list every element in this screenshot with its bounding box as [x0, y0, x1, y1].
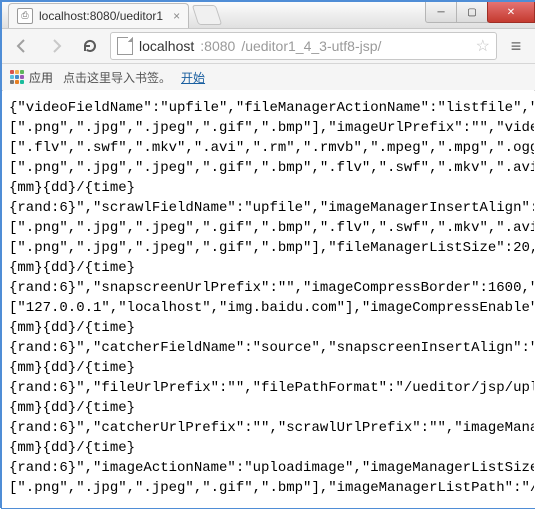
toolbar: localhost:8080/ueditor1_4_3-utf8-jsp/ ☆ …: [2, 29, 535, 64]
tab-title: localhost:8080/ueditor1: [39, 9, 163, 23]
menu-icon: ≡: [511, 36, 522, 57]
url-path: /ueditor1_4_3-utf8-jsp/: [241, 38, 381, 54]
maximize-icon: ▢: [467, 7, 476, 18]
new-tab-button[interactable]: [192, 5, 222, 25]
browser-tab[interactable]: ⎙ localhost:8080/ueditor1 ×: [8, 3, 189, 28]
address-bar[interactable]: localhost :8080/ueditor1_4_3-utf8-jsp/ ☆: [110, 32, 497, 60]
bookmark-hint-link[interactable]: 开始: [181, 69, 205, 86]
window-close-button[interactable]: ✕: [487, 2, 535, 23]
reload-button[interactable]: [76, 33, 104, 59]
page-viewport: {"videoFieldName":"upfile","fileManagerA…: [3, 90, 534, 507]
window-titlebar: ⎙ localhost:8080/ueditor1 × ─ ▢ ✕: [2, 2, 535, 29]
chrome-menu-button[interactable]: ≡: [503, 33, 529, 59]
back-button[interactable]: [8, 33, 36, 59]
page-icon: [117, 37, 133, 55]
bookmark-bar: 应用 点击这里导入书签。 开始: [2, 64, 535, 91]
window-controls: ─ ▢ ✕: [426, 2, 535, 22]
reload-icon: [82, 38, 98, 54]
close-icon: ✕: [507, 7, 515, 18]
page-favicon: ⎙: [17, 8, 33, 24]
apps-button[interactable]: 应用: [10, 69, 53, 86]
tab-close-icon[interactable]: ×: [173, 9, 180, 23]
window-minimize-button[interactable]: ─: [425, 2, 457, 23]
bookmark-hint: 点击这里导入书签。: [63, 69, 171, 86]
window-maximize-button[interactable]: ▢: [456, 2, 488, 23]
arrow-right-icon: [48, 38, 64, 54]
apps-grid-icon: [10, 70, 24, 84]
url-port: :8080: [200, 38, 235, 54]
url-host: localhost: [139, 38, 194, 54]
apps-label: 应用: [29, 69, 53, 86]
bookmark-star-icon[interactable]: ☆: [476, 36, 490, 56]
forward-button[interactable]: [42, 33, 70, 59]
arrow-left-icon: [14, 38, 30, 54]
response-body-text: {"videoFieldName":"upfile","fileManagerA…: [3, 90, 534, 506]
minimize-icon: ─: [437, 7, 444, 18]
